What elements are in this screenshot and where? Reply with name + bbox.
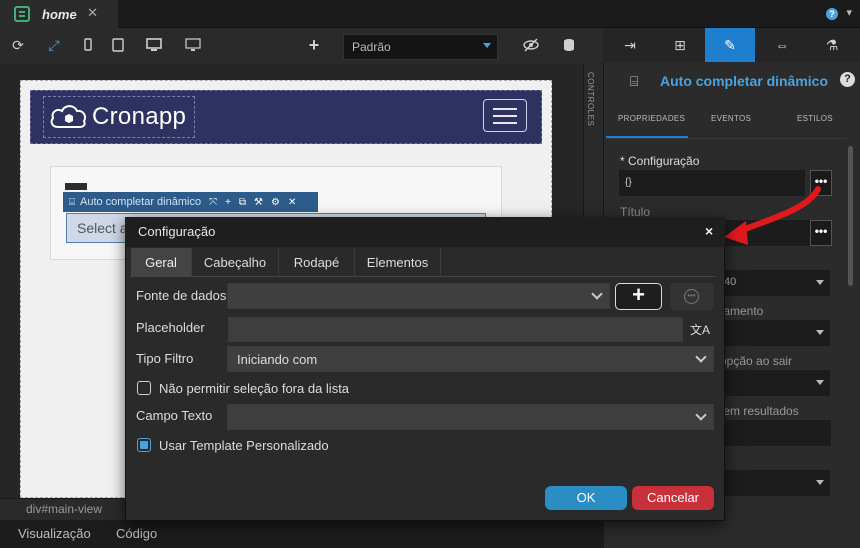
- property-select-5[interactable]: [718, 470, 830, 496]
- copy-icon[interactable]: ⧉: [239, 197, 246, 208]
- mobile-device-icon[interactable]: [80, 37, 96, 53]
- tipo-filtro-label: Tipo Filtro: [136, 351, 194, 366]
- chevron-down-icon: [591, 288, 603, 300]
- more-options-button[interactable]: •••: [670, 283, 714, 310]
- dialog-title: Configuração: [138, 224, 216, 239]
- import-icon[interactable]: ⇥: [605, 28, 655, 62]
- logo[interactable]: Cronapp: [43, 96, 195, 138]
- cancel-button[interactable]: Cancelar: [632, 486, 714, 510]
- gear-icon[interactable]: ⚙: [271, 197, 280, 208]
- property-label-3: opção ao sair: [720, 354, 793, 368]
- pencil-icon[interactable]: ✎: [705, 28, 755, 62]
- close-tab-icon[interactable]: ✕: [87, 5, 98, 21]
- add-icon[interactable]: +: [306, 36, 322, 54]
- component-toolbar[interactable]: ⌸ Auto completar dinâmico ⤧ + ⧉ ⚒ ⚙ ✕: [63, 192, 318, 212]
- nao-permitir-checkbox[interactable]: [137, 381, 151, 395]
- property-select-2[interactable]: [718, 320, 830, 346]
- wand-icon[interactable]: ⚒: [254, 197, 263, 208]
- caret-down-icon: [816, 380, 824, 385]
- tab-codigo[interactable]: Código: [116, 520, 157, 548]
- page-file-icon: [14, 6, 30, 22]
- chevron-down-icon: [695, 351, 707, 363]
- nao-permitir-label[interactable]: Não permitir seleção fora da lista: [159, 381, 349, 396]
- property-value-1: 40: [724, 276, 737, 288]
- close-icon[interactable]: ✕: [288, 197, 296, 208]
- campo-texto-label: Campo Texto: [136, 408, 213, 423]
- property-select-3[interactable]: [718, 370, 830, 396]
- translate-icon[interactable]: 文A: [690, 321, 710, 338]
- eye-slash-icon[interactable]: [522, 37, 539, 53]
- tab-estilos[interactable]: ESTILOS: [797, 114, 833, 123]
- tab-home[interactable]: home ✕: [0, 0, 118, 28]
- tab-bar: [0, 0, 860, 28]
- tipo-filtro-select[interactable]: Iniciando com: [227, 346, 714, 372]
- tab-visualizacao[interactable]: Visualização: [18, 520, 91, 548]
- resize-icon[interactable]: ⇔: [757, 28, 807, 62]
- cloud-logo-icon: [50, 105, 87, 128]
- desktop-device-icon[interactable]: [146, 37, 162, 53]
- caret-down-icon: [816, 480, 824, 485]
- property-label-4: tem resultados: [720, 404, 799, 418]
- caret-down-icon: [483, 43, 491, 48]
- placeholder-input[interactable]: [228, 317, 683, 342]
- hamburger-menu-icon[interactable]: [483, 99, 527, 132]
- tab-title: home: [42, 6, 77, 22]
- panel-title: Auto completar dinâmico: [660, 73, 829, 89]
- fonte-dados-select[interactable]: [227, 283, 610, 309]
- usar-template-label[interactable]: Usar Template Personalizado: [159, 438, 329, 453]
- tab-cabecalho[interactable]: Cabeçalho: [192, 248, 279, 277]
- tab-elementos[interactable]: Elementos: [355, 248, 441, 277]
- device-select[interactable]: Padrão: [343, 34, 498, 60]
- placeholder-label: Placeholder: [136, 320, 205, 335]
- panel-scrollbar[interactable]: [848, 146, 853, 286]
- component-tag: [65, 183, 87, 190]
- tab-divider: [606, 138, 846, 139]
- ellipsis-icon: •••: [684, 289, 699, 304]
- dialog-close-icon[interactable]: ×: [705, 223, 713, 239]
- refresh-icon[interactable]: ⟳: [10, 37, 26, 53]
- controls-label[interactable]: CONTROLES: [586, 72, 595, 126]
- help-icon[interactable]: ?: [840, 72, 855, 87]
- caret-down-icon: [816, 330, 824, 335]
- fonte-dados-label: Fonte de dados: [136, 288, 227, 303]
- add-datasource-button[interactable]: +: [615, 283, 662, 310]
- large-monitor-icon[interactable]: [185, 37, 201, 53]
- tab-propriedades[interactable]: PROPRIEDADES: [618, 114, 685, 123]
- chevron-down-icon: [695, 409, 707, 421]
- tab-geral[interactable]: Geral: [131, 248, 192, 277]
- component-type-icon: ⌸: [69, 196, 75, 208]
- select-placeholder: Select a: [77, 220, 128, 236]
- expand-icon[interactable]: ⤢: [46, 37, 62, 53]
- property-select-1[interactable]: 40: [718, 270, 830, 296]
- autocomplete-icon: ⌸: [630, 73, 639, 89]
- tablet-device-icon[interactable]: [110, 37, 126, 53]
- campo-texto-select[interactable]: [227, 404, 714, 430]
- property-label-2: tamento: [720, 304, 764, 318]
- config-label: * Configuração: [620, 154, 700, 168]
- property-field-4[interactable]: [718, 420, 831, 446]
- chevron-down-icon[interactable]: ▾: [846, 6, 852, 19]
- usar-template-checkbox[interactable]: [137, 438, 151, 452]
- add-icon[interactable]: +: [225, 197, 231, 208]
- logo-text: Cronapp: [92, 103, 187, 130]
- tree-icon[interactable]: ⊞: [655, 28, 705, 62]
- tab-rodape[interactable]: Rodapé: [279, 248, 355, 277]
- active-tab-indicator: [606, 136, 688, 138]
- app-window: home ✕ ? ▾ ⟳ ⤢ + Padrão Cronapp ⌸ Auto c…: [0, 0, 860, 548]
- caret-down-icon: [816, 280, 824, 285]
- tab-eventos[interactable]: EVENTOS: [711, 114, 751, 123]
- tipo-filtro-value: Iniciando com: [237, 352, 318, 367]
- ok-button[interactable]: OK: [545, 486, 627, 510]
- tab-divider: [130, 276, 715, 277]
- move-icon[interactable]: ⤧: [209, 197, 217, 208]
- device-select-value: Padrão: [352, 40, 391, 54]
- help-icon[interactable]: ?: [826, 8, 838, 20]
- paint-icon[interactable]: ⚗: [807, 28, 857, 62]
- database-icon[interactable]: [561, 37, 577, 53]
- breadcrumb-path[interactable]: div#main-view: [26, 502, 102, 516]
- component-label: Auto completar dinâmico: [80, 196, 202, 208]
